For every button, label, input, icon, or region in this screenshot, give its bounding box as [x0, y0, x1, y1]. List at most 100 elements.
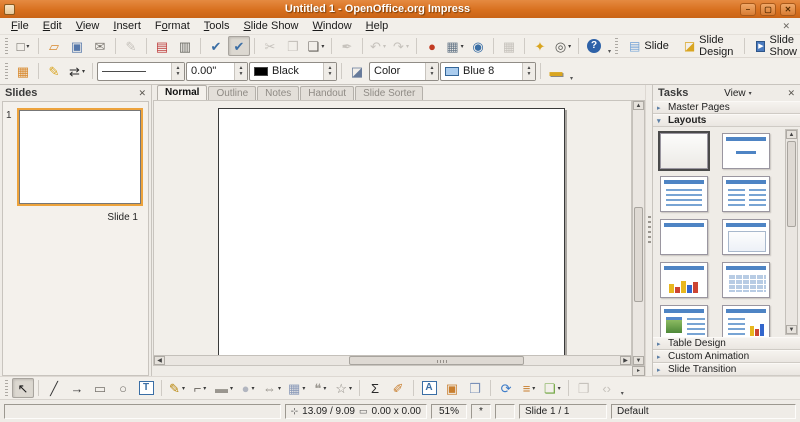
- ellipse-tool[interactable]: ○: [112, 378, 134, 398]
- toolbar-grip[interactable]: [5, 380, 8, 396]
- navigator-button[interactable]: ✦: [529, 36, 551, 56]
- toolbar-grip[interactable]: [615, 38, 619, 54]
- glue-points-button[interactable]: ✐: [387, 378, 409, 398]
- slide-canvas[interactable]: ◀ ▶: [153, 100, 632, 366]
- layout-title-table[interactable]: [722, 262, 770, 298]
- basic-shapes-tool[interactable]: ▬ ▾: [212, 378, 236, 398]
- layout-title-clipart-text[interactable]: [660, 305, 708, 337]
- line-dialog-button[interactable]: ✎: [43, 61, 65, 81]
- arrow-line-tool[interactable]: →: [66, 378, 88, 398]
- help-button[interactable]: ?: [583, 36, 605, 56]
- line-style-select[interactable]: ▲ ▼: [97, 61, 185, 81]
- horizontal-scrollbar[interactable]: ◀ ▶: [154, 355, 631, 365]
- hyperlink-button[interactable]: ◉: [467, 36, 489, 56]
- close-document-icon[interactable]: ✕: [776, 21, 796, 32]
- symbol-shapes-tool[interactable]: ● ▾: [237, 378, 259, 398]
- insert-table-button[interactable]: ▦ ▾: [444, 36, 466, 56]
- section-master-pages[interactable]: ▸ Master Pages: [653, 101, 800, 114]
- line-color-select[interactable]: Black ▲ ▼: [249, 61, 337, 81]
- menu-slide-show[interactable]: Slide Show: [236, 19, 305, 33]
- fontwork-button[interactable]: A: [418, 378, 440, 398]
- layout-title-bullets[interactable]: [660, 176, 708, 212]
- stars-tool[interactable]: ☆ ▾: [332, 378, 355, 398]
- toolbar-grip[interactable]: [5, 38, 8, 54]
- status-zoom[interactable]: 51%: [431, 403, 467, 419]
- minimize-button[interactable]: –: [740, 2, 756, 16]
- edit-points-button[interactable]: Σ: [364, 378, 386, 398]
- spellcheck-button[interactable]: ✔: [205, 36, 227, 56]
- scrollbar-thumb[interactable]: [349, 356, 524, 365]
- close-button[interactable]: ✕: [780, 2, 796, 16]
- callouts-tool[interactable]: ❝ ▾: [309, 378, 331, 398]
- section-slide-transition[interactable]: ▸ Slide Transition: [653, 363, 800, 376]
- menu-insert[interactable]: Insert: [106, 19, 148, 33]
- layout-title-only[interactable]: [660, 219, 708, 255]
- menu-tools[interactable]: Tools: [197, 19, 237, 33]
- line-tool[interactable]: ╱: [43, 378, 65, 398]
- section-custom-animation[interactable]: ▸ Custom Animation: [653, 350, 800, 363]
- scroll-down-icon[interactable]: ▼: [633, 356, 644, 365]
- layout-title-content[interactable]: [722, 133, 770, 169]
- export-pdf-button[interactable]: ▤: [151, 36, 173, 56]
- scroll-up-icon[interactable]: ▲: [786, 130, 797, 139]
- spinner-icon[interactable]: ▲ ▼: [522, 62, 535, 80]
- rectangle-tool[interactable]: ▭: [89, 378, 111, 398]
- curve-tool[interactable]: ✎ ▾: [166, 378, 188, 398]
- insert-chart-button[interactable]: ●: [421, 36, 443, 56]
- scroll-left-icon[interactable]: ◀: [154, 356, 165, 365]
- scrollbar-thumb[interactable]: [634, 206, 643, 302]
- auto-spellcheck-button[interactable]: ✔: [228, 36, 250, 56]
- tab-outline[interactable]: Outline: [208, 86, 257, 100]
- menu-window[interactable]: Window: [306, 19, 359, 33]
- spinner-icon[interactable]: ▲ ▼: [234, 62, 247, 80]
- menu-edit[interactable]: Edit: [36, 19, 69, 33]
- panel-splitter[interactable]: [645, 85, 652, 376]
- tasks-view-menu[interactable]: View ▾: [724, 88, 752, 99]
- rotate-button[interactable]: ⟳: [495, 378, 517, 398]
- open-button[interactable]: ▱: [43, 36, 65, 56]
- toolbar-overflow-icon[interactable]: ▾: [608, 48, 611, 57]
- slide-design-button[interactable]: ◪ Slide Design: [677, 34, 741, 58]
- layouts-scrollbar[interactable]: ▲ ▼: [785, 129, 798, 335]
- arrow-style-button[interactable]: ⇄ ▾: [66, 61, 88, 81]
- tab-handout[interactable]: Handout: [300, 86, 355, 100]
- section-layouts[interactable]: ▾ Layouts: [653, 114, 800, 127]
- print-button[interactable]: ▥: [174, 36, 196, 56]
- fill-color-select[interactable]: Blue 8 ▲ ▼: [440, 61, 536, 81]
- spinner-icon[interactable]: ▲ ▼: [323, 62, 336, 80]
- save-button[interactable]: ▣: [66, 36, 88, 56]
- line-width-input[interactable]: 0.00" ▲ ▼: [186, 61, 248, 81]
- scroll-down-icon[interactable]: ▼: [786, 325, 797, 334]
- flowchart-tool[interactable]: ▦ ▾: [285, 378, 308, 398]
- block-arrows-tool[interactable]: ⇔ ▾: [260, 378, 284, 398]
- close-panel-icon[interactable]: ✕: [787, 88, 795, 99]
- email-button[interactable]: ✉: [89, 36, 111, 56]
- fill-type-select[interactable]: Color ▲ ▼: [369, 61, 439, 81]
- toolbar-overflow-icon[interactable]: ▾: [621, 390, 624, 399]
- layout-title-chart[interactable]: [660, 262, 708, 298]
- layout-title-two-content[interactable]: [722, 176, 770, 212]
- spinner-icon[interactable]: ▲ ▼: [425, 62, 438, 80]
- tab-notes[interactable]: Notes: [257, 86, 300, 100]
- toolbar-overflow-icon[interactable]: ▾: [570, 75, 573, 84]
- zoom-button[interactable]: ◎ ▾: [552, 36, 574, 56]
- scroll-up-icon[interactable]: ▲: [633, 101, 644, 110]
- layout-title-text-chart[interactable]: [722, 305, 770, 337]
- layout-centered-content[interactable]: [722, 219, 770, 255]
- alignment-button[interactable]: ≡ ▾: [518, 378, 540, 398]
- scrollbar-thumb[interactable]: [787, 141, 796, 227]
- section-table-design[interactable]: ▸ Table Design: [653, 337, 800, 350]
- select-tool[interactable]: ↖: [12, 378, 34, 398]
- paste-button[interactable]: ❑ ▾: [305, 36, 327, 56]
- new-document-button[interactable]: □ ▾: [12, 36, 34, 56]
- area-dialog-button[interactable]: ◪: [346, 61, 368, 81]
- gallery-button[interactable]: ❒: [464, 378, 486, 398]
- text-tool[interactable]: T: [135, 378, 157, 398]
- layout-blank[interactable]: [658, 131, 710, 171]
- menu-help[interactable]: Help: [359, 19, 396, 33]
- scrollbar-corner-button[interactable]: ▸: [632, 366, 645, 376]
- arrange-button[interactable]: ❏ ▾: [541, 378, 564, 398]
- maximize-button[interactable]: ▢: [760, 2, 776, 16]
- status-template-name[interactable]: Default: [611, 403, 796, 419]
- menu-format[interactable]: Format: [148, 19, 197, 33]
